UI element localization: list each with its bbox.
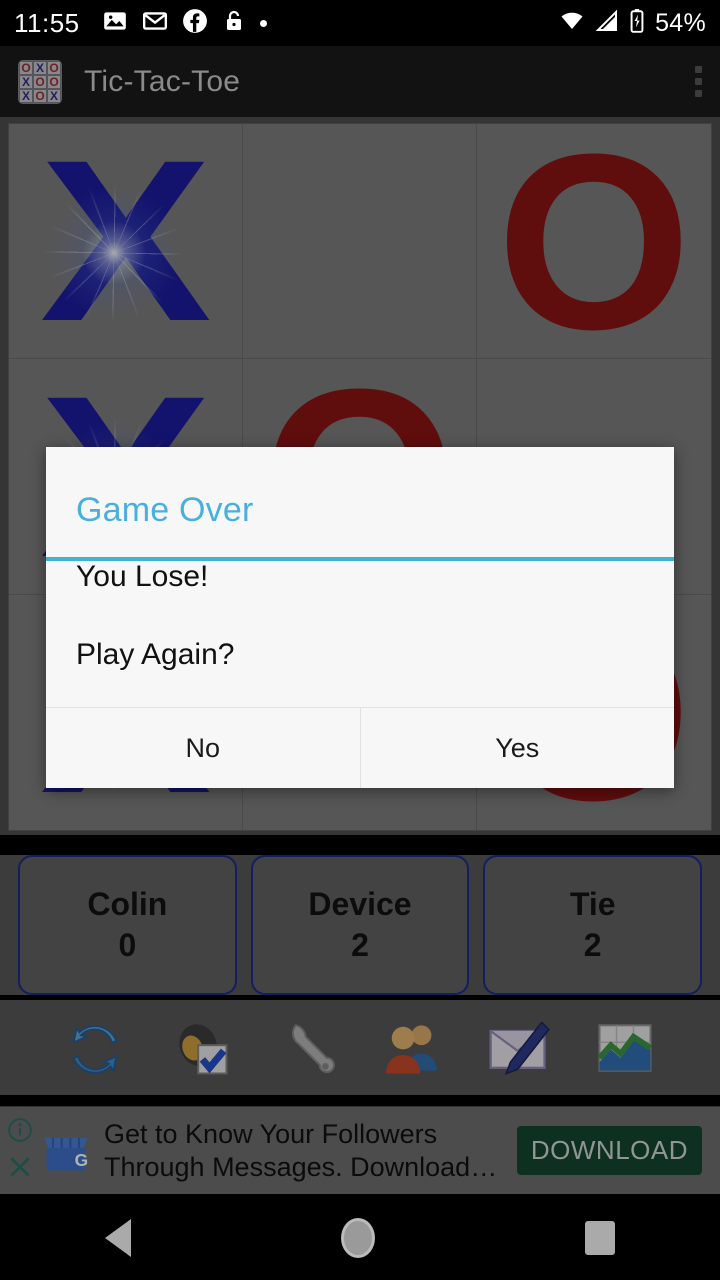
app-icon-cell: X [19, 74, 33, 89]
wifi-icon [558, 9, 586, 38]
gmail-icon [142, 8, 168, 39]
back-triangle-icon[interactable] [105, 1219, 131, 1257]
status-system-icons: 54% [558, 8, 706, 39]
more-vertical-icon[interactable] [695, 66, 702, 97]
recents-square-icon[interactable] [585, 1221, 615, 1255]
home-circle-icon[interactable] [341, 1218, 375, 1258]
app-icon-cell: O [47, 74, 61, 89]
dialog-yes-button[interactable]: Yes [359, 708, 674, 788]
game-over-dialog: Game Over You Lose! Play Again? No Yes [46, 447, 674, 788]
dialog-message-prompt: Play Again? [76, 638, 235, 671]
dialog-no-button[interactable]: No [46, 708, 360, 788]
app-icon-cell: O [19, 60, 33, 75]
app-icon-cell: X [47, 88, 61, 103]
unlock-icon [222, 8, 246, 39]
page-title: Tic-Tac-Toe [84, 64, 241, 98]
battery-charging-icon [628, 8, 646, 39]
status-bar: 11:55 54% [0, 0, 720, 46]
app-icon-cell: O [47, 60, 61, 75]
facebook-icon [182, 8, 208, 39]
overflow-dot [695, 90, 702, 97]
status-notification-icons [102, 8, 267, 39]
tic-tac-toe-grid-icon: O X O X O O X O X [18, 59, 62, 104]
dialog-button-row: No Yes [46, 707, 674, 788]
overflow-dot [695, 66, 702, 73]
app-icon-cell: O [33, 88, 47, 103]
photos-icon [102, 8, 128, 39]
overflow-dot [695, 78, 702, 85]
status-clock: 11:55 [14, 7, 80, 38]
navigation-bar [0, 1196, 720, 1280]
app-icon-cell: X [33, 60, 47, 75]
dot-indicator-icon [259, 19, 267, 27]
app-bar: O X O X O O X O X Tic-Tac-Toe [0, 46, 720, 117]
dialog-title: Game Over [76, 491, 254, 529]
app-icon-cell: O [33, 74, 47, 89]
dialog-divider [46, 557, 674, 561]
dialog-message-result: You Lose! [76, 560, 209, 593]
dialog-body: You Lose! Play Again? [46, 530, 674, 672]
battery-percent-label: 54% [655, 8, 706, 37]
app-icon-cell: X [19, 88, 33, 103]
phone-screen: 11:55 54% O X O X O O X O X Tic-Tac-Toe … [0, 0, 720, 1280]
cell-signal-icon [595, 9, 619, 38]
